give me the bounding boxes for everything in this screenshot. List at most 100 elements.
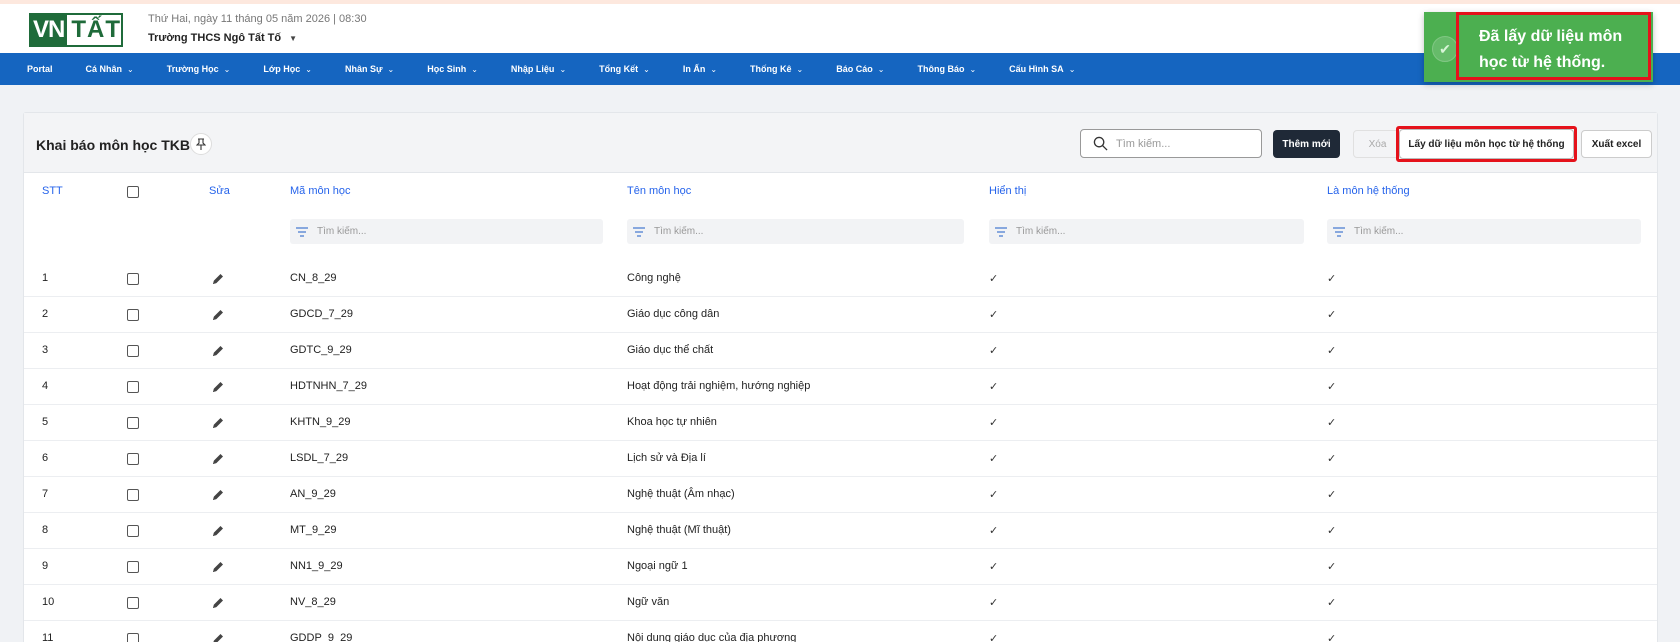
table-row[interactable]: 2 GDCD_7_29 Giáo dục công dân ✓ ✓: [24, 297, 1657, 333]
logo[interactable]: VN TẤT: [29, 13, 123, 47]
row-system-check: ✓: [1327, 452, 1337, 465]
filter-icon: [1333, 226, 1345, 237]
table-row[interactable]: 3 GDTC_9_29 Giáo dục thể chất ✓ ✓: [24, 333, 1657, 369]
nav-item-label: Portal: [27, 64, 53, 74]
select-all-checkbox[interactable]: [127, 186, 139, 198]
pencil-icon[interactable]: [211, 452, 225, 466]
chevron-down-icon: ⌄: [796, 64, 804, 74]
col-name[interactable]: Tên môn học: [627, 185, 691, 197]
chevron-down-icon: ⌄: [643, 64, 650, 74]
table-row[interactable]: 5 KHTN_9_29 Khoa học tự nhiên ✓ ✓: [24, 405, 1657, 441]
nav-item[interactable]: Trường Học ⌄: [167, 64, 231, 74]
chevron-down-icon: ⌄: [127, 64, 134, 74]
nav-item[interactable]: Cấu Hình SA ⌄: [1009, 64, 1075, 74]
nav-item[interactable]: Tổng Kết ⌄: [599, 64, 650, 74]
row-checkbox[interactable]: [127, 273, 139, 285]
nav-item[interactable]: Thống Kê ⌄: [750, 64, 803, 74]
nav-item-label: Báo Cáo: [836, 64, 873, 74]
filter-code-input[interactable]: [317, 226, 497, 237]
row-name: Công nghệ: [627, 272, 681, 284]
nav-item[interactable]: In Ấn ⌄: [683, 64, 717, 74]
row-code: GDCD_7_29: [290, 308, 353, 320]
filter-icon: [633, 226, 645, 237]
col-stt[interactable]: STT: [42, 185, 63, 197]
nav-item[interactable]: Nhập Liệu ⌄: [511, 64, 566, 74]
filter-system-input[interactable]: [1354, 226, 1534, 237]
filter-visible[interactable]: [989, 219, 1304, 244]
nav-item[interactable]: Nhân Sự ⌄: [345, 64, 394, 74]
search-icon: [1093, 136, 1108, 151]
row-checkbox[interactable]: [127, 561, 139, 573]
row-checkbox[interactable]: [127, 309, 139, 321]
filter-name[interactable]: [627, 219, 964, 244]
nav-item[interactable]: Học Sinh ⌄: [427, 64, 478, 74]
pencil-icon[interactable]: [211, 344, 225, 358]
export-excel-button[interactable]: Xuất excel: [1581, 130, 1652, 158]
nav-item-label: Lớp Học: [263, 64, 301, 74]
row-checkbox[interactable]: [127, 453, 139, 465]
filter-icon: [995, 226, 1007, 237]
row-checkbox[interactable]: [127, 489, 139, 501]
nav-item-label: In Ấn: [682, 64, 706, 74]
pencil-icon[interactable]: [211, 272, 225, 286]
table-row[interactable]: 1 CN_8_29 Công nghệ ✓ ✓: [24, 261, 1657, 297]
pencil-icon[interactable]: [211, 524, 225, 538]
col-visible[interactable]: Hiển thị: [989, 185, 1026, 197]
table-row[interactable]: 10 NV_8_29 Ngữ văn ✓ ✓: [24, 585, 1657, 621]
table-row[interactable]: 11 GDDP_9_29 Nội dung giáo dục của địa phư…: [24, 621, 1657, 642]
filter-name-input[interactable]: [654, 226, 834, 237]
add-new-button[interactable]: Thêm mới: [1273, 130, 1340, 158]
filter-code[interactable]: [290, 219, 603, 244]
row-system-check: ✓: [1327, 272, 1337, 285]
table-row[interactable]: 7 AN_9_29 Nghệ thuật (Âm nhạc) ✓ ✓: [24, 477, 1657, 513]
table-row[interactable]: 4 HDTNHN_7_29 Hoạt động trải nghiệm, hướng…: [24, 369, 1657, 405]
fetch-system-subjects-button[interactable]: Lấy dữ liệu môn học từ hệ thống: [1399, 129, 1574, 159]
chevron-down-icon: ⌄: [559, 64, 567, 74]
row-stt: 11: [42, 632, 54, 642]
pin-icon[interactable]: [190, 133, 212, 155]
page-title: Khai báo môn học TKB: [36, 137, 190, 153]
search-input[interactable]: [1116, 137, 1246, 150]
table-row[interactable]: 8 MT_9_29 Nghệ thuật (Mĩ thuật) ✓ ✓: [24, 513, 1657, 549]
chevron-down-icon: ⌄: [969, 64, 977, 74]
row-checkbox[interactable]: [127, 525, 139, 537]
nav-item[interactable]: Portal: [27, 64, 53, 74]
row-visible-check: ✓: [989, 380, 999, 393]
nav-item[interactable]: Thông Báo ⌄: [917, 64, 976, 74]
row-stt: 8: [42, 524, 49, 536]
success-toast[interactable]: ✔ Đã lấy dữ liệu môn học từ hệ thống.: [1424, 12, 1653, 82]
row-system-check: ✓: [1327, 524, 1337, 537]
col-system[interactable]: Là môn hệ thống: [1327, 185, 1410, 197]
row-system-check: ✓: [1327, 380, 1337, 393]
search-input-wrapper[interactable]: [1080, 129, 1262, 158]
row-checkbox[interactable]: [127, 381, 139, 393]
table-row[interactable]: 6 LSDL_7_29 Lịch sử và Địa lí ✓ ✓: [24, 441, 1657, 477]
school-selector[interactable]: Trường THCS Ngô Tất Tố ▼: [148, 32, 297, 44]
row-name: Ngữ văn: [627, 596, 670, 608]
pencil-icon[interactable]: [211, 632, 225, 642]
pencil-icon[interactable]: [211, 596, 225, 610]
nav-item[interactable]: Lớp Học ⌄: [263, 64, 312, 74]
row-code: NN1_9_29: [290, 560, 343, 572]
pencil-icon[interactable]: [211, 416, 225, 430]
row-visible-check: ✓: [989, 560, 999, 573]
row-stt: 10: [42, 596, 55, 608]
row-code: HDTNHN_7_29: [290, 380, 368, 392]
col-code[interactable]: Mã môn học: [290, 185, 351, 197]
nav-item[interactable]: Cá Nhân ⌄: [86, 64, 134, 74]
pencil-icon[interactable]: [211, 308, 225, 322]
pencil-icon[interactable]: [211, 380, 225, 394]
delete-button[interactable]: Xóa: [1353, 130, 1402, 158]
table-row[interactable]: 9 NN1_9_29 Ngoại ngữ 1 ✓ ✓: [24, 549, 1657, 585]
row-checkbox[interactable]: [127, 417, 139, 429]
logo-vn-text: VN: [31, 15, 68, 45]
pencil-icon[interactable]: [211, 488, 225, 502]
filter-visible-input[interactable]: [1016, 226, 1196, 237]
nav-item[interactable]: Báo Cáo ⌄: [836, 64, 884, 74]
row-checkbox[interactable]: [127, 633, 139, 642]
pencil-icon[interactable]: [211, 560, 225, 574]
filter-system[interactable]: [1327, 219, 1641, 244]
row-name: Giáo dục công dân: [627, 308, 720, 320]
row-checkbox[interactable]: [127, 597, 139, 609]
row-checkbox[interactable]: [127, 345, 139, 357]
